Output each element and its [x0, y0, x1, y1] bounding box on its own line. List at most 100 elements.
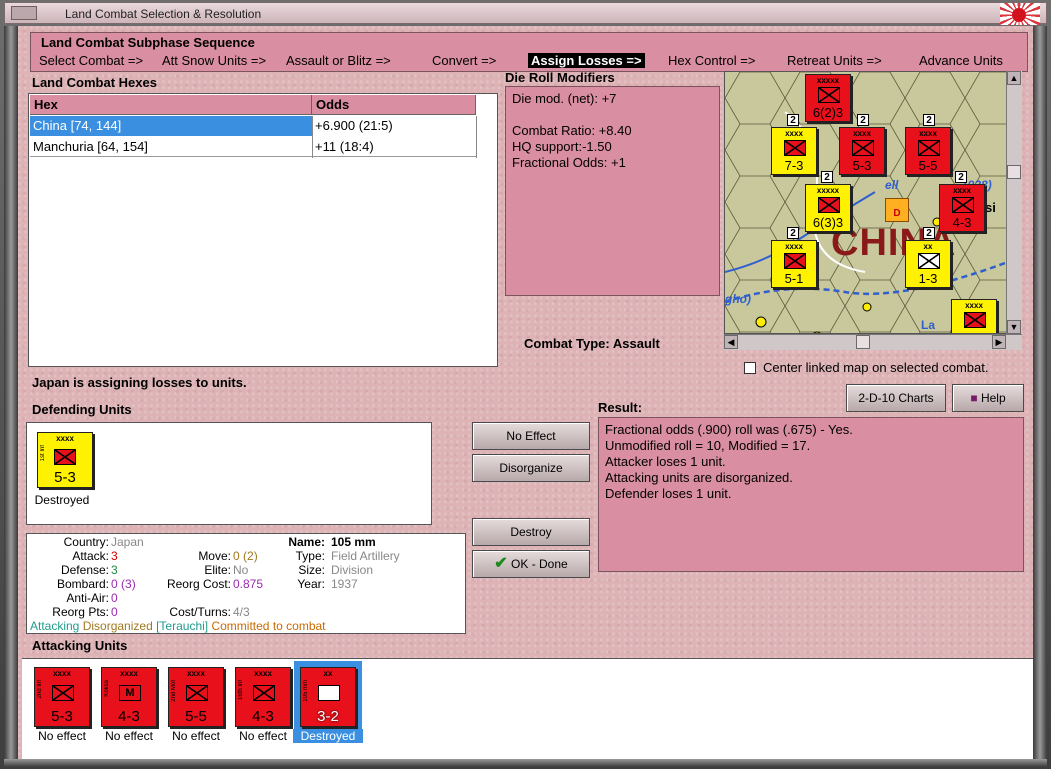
info-label: Defense: — [60, 563, 109, 577]
right-rail — [1033, 26, 1047, 761]
attacking-units-panel: xxxx 2nd Inf 5-3 No effect xxxx Koksa M … — [22, 658, 1033, 761]
odds-cell: +11 (18:4) — [315, 139, 374, 154]
disorganize-button[interactable]: Disorganize — [472, 454, 590, 482]
status-leader: [Terauchi] — [156, 619, 209, 633]
table-row[interactable]: Manchuria [64, 154] +11 (18:4) — [30, 137, 476, 157]
status-attacking: Attacking — [30, 619, 80, 633]
info-value: 0 — [111, 577, 118, 591]
scroll-thumb[interactable] — [856, 335, 870, 349]
map-unit[interactable]: xxxx 5-3 — [839, 127, 885, 175]
info-label: Move: — [198, 549, 231, 563]
info-label: Country: — [63, 535, 109, 549]
scroll-right-icon[interactable]: ▶ — [992, 335, 1006, 349]
info-label: Size: — [298, 563, 325, 577]
center-map-label: Center linked map on selected combat. — [763, 360, 989, 375]
hexes-table: Hex Odds China [74, 144] +6.900 (21:5) M… — [28, 93, 498, 367]
result-label: Result: — [598, 400, 643, 415]
attacking-unit[interactable]: xxxx 2nd Inf 5-3 — [34, 667, 90, 727]
info-label: Reorg Pts: — [52, 605, 109, 619]
info-label: Name: — [288, 535, 325, 549]
result-line: Attacking units are disorganized. — [605, 470, 793, 485]
result-line: Fractional odds (.900) roll was (.675) -… — [605, 422, 853, 437]
map-unit[interactable]: xxxx 4-3 — [939, 184, 985, 232]
combat-type-value: Assault — [612, 336, 660, 351]
attacking-unit-caption: No effect — [239, 729, 287, 743]
map-unit[interactable]: xxxxx 6(2)3 — [805, 74, 851, 122]
scroll-thumb[interactable] — [1007, 165, 1021, 179]
center-map-checkbox[interactable] — [744, 362, 756, 374]
step-assign-losses: Assign Losses => — [528, 53, 645, 68]
combat-marker-icon[interactable]: D — [885, 198, 909, 222]
attacking-unit[interactable]: xxxx Koksa M 4-3 — [101, 667, 157, 727]
destroy-button[interactable]: Destroy — [472, 518, 590, 546]
map-unit[interactable]: xx 1-3 — [905, 240, 951, 288]
help-book-icon: ■ — [970, 391, 978, 405]
scroll-left-icon[interactable]: ◀ — [724, 335, 738, 349]
main-panel: Land Combat Subphase Sequence Select Com… — [18, 26, 1033, 761]
title-bar: Land Combat Selection & Resolution — [4, 2, 1047, 25]
step-select-combat: Select Combat => — [39, 53, 144, 68]
hex-cell: Manchuria [64, 154] — [33, 139, 148, 154]
attacking-unit[interactable]: xx 105 mm 3-2 — [300, 667, 356, 727]
die-mod-fractional: Fractional Odds: +1 — [512, 155, 626, 170]
unit-info-panel: Country: Japan Attack: 3 Defense: 3 Bomb… — [26, 533, 466, 634]
attacking-unit-caption: No effect — [172, 729, 220, 743]
ok-done-button[interactable]: ✔ OK - Done — [472, 550, 590, 578]
result-line: Defender loses 1 unit. — [605, 486, 732, 501]
scroll-down-icon[interactable]: ▼ — [1007, 320, 1021, 334]
die-mod-ratio: Combat Ratio: +8.40 — [512, 123, 632, 138]
stack-count: 2 — [923, 227, 935, 239]
charts-button[interactable]: 2-D-10 Charts — [846, 384, 946, 412]
info-value: 0.875 — [233, 577, 264, 591]
attacking-unit[interactable]: xxxx 16th Inf 4-3 — [235, 667, 291, 727]
info-value: 0 — [111, 605, 118, 619]
info-label: Attack: — [72, 549, 109, 563]
step-hex-control: Hex Control => — [668, 53, 756, 68]
table-row[interactable]: China [74, 144] +6.900 (21:5) — [30, 116, 476, 136]
info-value: 105 mm — [331, 535, 376, 549]
no-effect-button[interactable]: No Effect — [472, 422, 590, 450]
map-river-label: ell — [885, 178, 899, 192]
die-mods-label: Die Roll Modifiers — [505, 70, 615, 85]
info-label: Type: — [295, 549, 325, 563]
stack-count: 2 — [857, 114, 869, 126]
stack-count: 2 — [923, 114, 935, 126]
die-mod-hq: HQ support:-1.50 — [512, 139, 612, 154]
info-label: Anti-Air: — [66, 591, 109, 605]
map-unit[interactable]: xxxx 5-1 — [771, 240, 817, 288]
system-menu-button[interactable] — [11, 6, 37, 20]
sequence-title: Land Combat Subphase Sequence — [41, 35, 255, 50]
info-label: Year: — [297, 577, 325, 591]
col-hex-header[interactable]: Hex — [30, 95, 312, 115]
stack-count: 2 — [787, 114, 799, 126]
window-title: Land Combat Selection & Resolution — [65, 7, 262, 21]
info-value: 0 — [233, 549, 240, 563]
defending-unit[interactable]: xxxx 1st Inf 5-3 — [37, 432, 93, 488]
col-odds-header[interactable]: Odds — [312, 95, 476, 115]
help-button-label: Help — [980, 391, 1006, 405]
map-unit[interactable]: xxxx 5-5 — [905, 127, 951, 175]
attacking-unit[interactable]: xxxx 2nd Mot 5-5 — [168, 667, 224, 727]
info-value: Japan — [111, 535, 144, 549]
map-vertical-scrollbar[interactable]: ▲ ▼ — [1006, 71, 1022, 334]
map-unit[interactable]: xxxx — [951, 299, 997, 333]
stack-count: 2 — [821, 171, 833, 183]
map-horizontal-scrollbar[interactable]: ◀ ▶ — [724, 334, 1022, 350]
combat-type: Combat Type: Assault — [524, 336, 660, 351]
result-line: Unmodified roll = 10, Modified = 17. — [605, 438, 811, 453]
combat-type-label: Combat Type: — [524, 336, 610, 351]
left-rail — [4, 26, 18, 761]
info-value: No — [233, 563, 249, 577]
status-committed: Committed to combat — [211, 619, 326, 633]
map-unit[interactable]: xxxxx 6(3)3 — [805, 184, 851, 232]
info-label: Bombard: — [56, 577, 109, 591]
scroll-up-icon[interactable]: ▲ — [1007, 71, 1021, 85]
help-button[interactable]: ■ Help — [952, 384, 1024, 412]
defending-label: Defending Units — [32, 402, 132, 417]
attacking-unit-caption: No effect — [38, 729, 86, 743]
map-unit[interactable]: xxxx 7-3 — [771, 127, 817, 175]
info-value: 4/3 — [233, 605, 250, 619]
result-line: Attacker loses 1 unit. — [605, 454, 726, 469]
linked-map[interactable]: CHINA ell -1938) gho) si La xxxxx6(2)3 x… — [724, 71, 1020, 334]
defending-units-panel: xxxx 1st Inf 5-3 Destroyed — [26, 422, 432, 525]
